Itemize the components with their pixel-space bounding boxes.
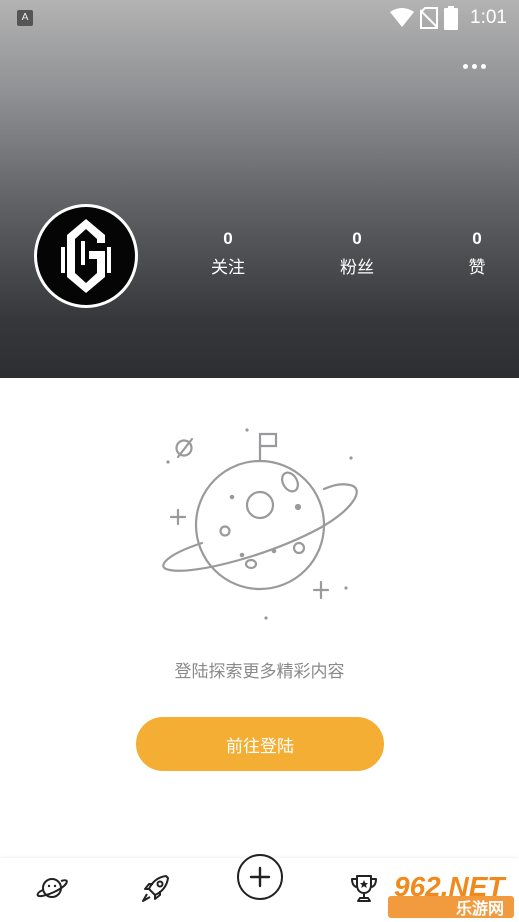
clock: 1:01	[470, 7, 507, 28]
planet-illustration	[150, 410, 370, 630]
rocket-icon	[142, 875, 169, 902]
avatar[interactable]	[34, 204, 138, 308]
more-dot	[480, 63, 486, 69]
followers-label: 粉丝	[340, 258, 374, 278]
watermark-line1: 962.NET	[394, 871, 507, 902]
plus-icon	[249, 866, 271, 888]
followers-stat[interactable]: 0 粉丝	[317, 228, 397, 278]
trophy-icon	[351, 875, 377, 902]
profile-header: A 1:01 0 关注 0 粉丝 0 赞	[0, 0, 519, 378]
planet-icon	[36, 878, 68, 898]
no-sim-icon	[420, 7, 439, 29]
empty-state-message: 登陆探索更多精彩内容	[174, 662, 345, 682]
following-label: 关注	[211, 258, 245, 278]
following-stat[interactable]: 0 关注	[188, 228, 268, 278]
nav-trophy-tab[interactable]	[344, 868, 384, 908]
watermark-line2: 乐游网	[456, 899, 504, 918]
app-notification-icon: A	[17, 10, 33, 26]
site-watermark: 962.NET 乐游网	[388, 870, 514, 918]
go-login-button[interactable]: 前往登陆	[136, 717, 384, 771]
battery-icon	[444, 6, 459, 30]
likes-stat[interactable]: 0 赞	[437, 228, 517, 278]
wifi-icon	[390, 8, 415, 27]
likes-label: 赞	[468, 258, 486, 278]
logo-avatar	[61, 219, 111, 293]
create-post-button[interactable]	[237, 854, 283, 900]
more-options-button[interactable]	[456, 52, 492, 80]
nav-rocket-tab[interactable]	[136, 868, 176, 908]
avatar-logo	[37, 207, 135, 305]
following-count: 0	[223, 229, 233, 248]
more-dot	[471, 63, 477, 69]
status-bar: A 1:01	[0, 0, 519, 36]
nav-planet-tab[interactable]	[32, 868, 72, 908]
likes-count: 0	[472, 229, 482, 248]
more-dots-icon	[462, 63, 468, 69]
followers-count: 0	[352, 229, 362, 248]
status-icons: 1:01	[390, 6, 507, 30]
